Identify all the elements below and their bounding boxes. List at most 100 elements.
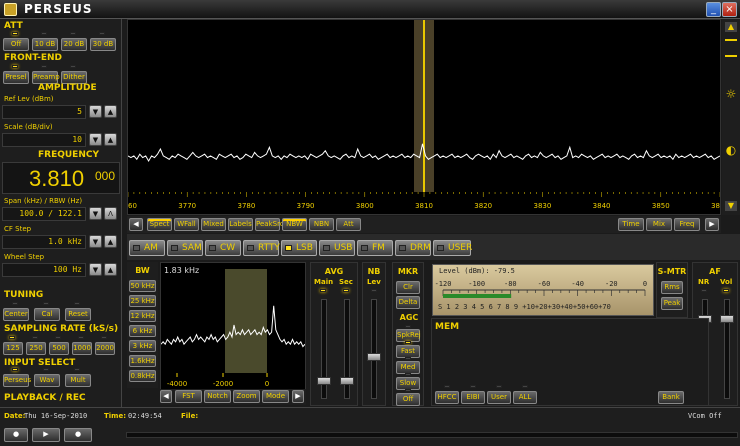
ref-level-value[interactable]: 5 — [2, 105, 86, 119]
span-up-button[interactable]: Λ — [104, 207, 117, 220]
spectrum-plot[interactable]: 60 3770 3780 3790 3800 3810 3820 3830 3840 3850 38 — [127, 20, 721, 214]
bw-button-4[interactable]: 3 kHz — [129, 340, 156, 352]
input-led-1[interactable] — [43, 368, 49, 371]
toolbar-button-4[interactable]: PeakSrc — [255, 218, 284, 231]
ref-level-up-button[interactable]: ▲ — [104, 105, 117, 118]
cf-step-up-button[interactable]: ▲ — [104, 235, 117, 248]
att-button-3[interactable]: 30 dB — [90, 38, 116, 51]
toolbar-left-arrow-icon[interactable]: ◀ — [129, 218, 143, 231]
filter-button-1[interactable]: Notch — [204, 390, 231, 403]
sample-rate-button-0[interactable]: 125 — [3, 342, 23, 355]
mem-led-1[interactable] — [470, 385, 476, 388]
ref-level-down-button[interactable]: ▼ — [89, 105, 102, 118]
mode-button-4[interactable]: LSB — [281, 240, 317, 256]
cf-step-down-button[interactable]: ▼ — [89, 235, 102, 248]
mem-led-0[interactable] — [444, 385, 450, 388]
wheel-step-value[interactable]: 100 Hz — [2, 263, 86, 277]
bw-button-5[interactable]: 1.6kHz — [129, 355, 156, 367]
mode-button-0[interactable]: AM — [129, 240, 165, 256]
filter-left-arrow-icon[interactable]: ◀ — [160, 390, 172, 403]
input-button-0[interactable]: Perseus — [3, 374, 31, 387]
input-button-2[interactable]: Mult — [65, 374, 91, 387]
toolbar-right-button-1[interactable]: Mix — [646, 218, 672, 231]
input-button-1[interactable]: Wav — [34, 374, 60, 387]
tuning-button-2[interactable]: Reset — [65, 308, 91, 321]
mem-bank-button[interactable]: Bank — [658, 391, 684, 404]
agc-led-0[interactable] — [405, 325, 411, 328]
af-vol-led[interactable] — [723, 289, 729, 292]
spectrum-display[interactable]: 60 3770 3780 3790 3800 3810 3820 3830 3840 3850 38 — [127, 19, 721, 215]
tuning-button-0[interactable]: Center — [3, 308, 29, 321]
scroll-down-icon[interactable]: ▼ — [725, 201, 737, 211]
span-value[interactable]: 100.0 / 122.1 — [2, 207, 86, 221]
att-led-3[interactable] — [99, 32, 105, 35]
agc-led-3[interactable] — [405, 373, 411, 376]
tuning-button-1[interactable]: Cal — [34, 308, 60, 321]
toolbar-right-arrow-icon[interactable]: ▶ — [705, 218, 719, 231]
toolbar-button-1[interactable]: WFall — [174, 218, 199, 231]
s-mtr-button-0[interactable]: Rms — [661, 281, 683, 294]
mem-button-1[interactable]: EIBI — [461, 391, 485, 404]
playback-progress-bar[interactable] — [126, 432, 738, 438]
mem-led-2[interactable] — [496, 385, 502, 388]
mode-button-1[interactable]: SAM — [167, 240, 203, 256]
filter-display[interactable]: 1.83 kHz -4000 -2000 0 — [160, 262, 306, 390]
agc-led-1[interactable] — [405, 341, 411, 344]
scroll-up-icon[interactable]: ▲ — [725, 22, 737, 32]
nb-led[interactable] — [371, 289, 377, 292]
mode-button-8[interactable]: USER — [433, 240, 472, 256]
mode-button-6[interactable]: FM — [357, 240, 393, 256]
avg-main-led[interactable] — [320, 289, 326, 292]
tuning-led-0[interactable] — [12, 302, 18, 305]
span-down-button[interactable]: ▼ — [89, 207, 102, 220]
toolbar-right-button-0[interactable]: Time — [618, 218, 644, 231]
filter-button-2[interactable]: Zoom — [233, 390, 260, 403]
avg-sec-slider-knob[interactable] — [340, 377, 354, 385]
att-led-0[interactable] — [12, 32, 18, 35]
mem-button-3[interactable]: ALL — [513, 391, 537, 404]
toolbar-button-7[interactable]: Att — [336, 218, 361, 231]
att-button-1[interactable]: 10 dB — [32, 38, 58, 51]
bw-button-0[interactable]: 50 kHz — [129, 280, 156, 292]
frequency-display[interactable]: 3.810 000 — [2, 162, 120, 194]
toolbar-button-5[interactable]: NBW — [282, 218, 307, 231]
mode-button-7[interactable]: DRM — [395, 240, 431, 256]
tuning-led-1[interactable] — [43, 302, 49, 305]
scale-up-button[interactable]: ▲ — [104, 133, 117, 146]
bw-button-1[interactable]: 25 kHz — [129, 295, 156, 307]
mode-button-2[interactable]: CW — [205, 240, 241, 256]
mkr-button-1[interactable]: Delta — [396, 296, 420, 309]
sample-rate-led-0[interactable] — [9, 336, 15, 339]
frontend-led-1[interactable] — [41, 65, 47, 68]
agc-led-2[interactable] — [405, 357, 411, 360]
sample-rate-led-1[interactable] — [32, 336, 38, 339]
mem-button-0[interactable]: HFCC — [435, 391, 459, 404]
frontend-button-0[interactable]: Presel — [3, 71, 29, 84]
sample-rate-button-4[interactable]: 2000 — [95, 342, 115, 355]
close-button[interactable]: × — [722, 2, 737, 17]
sample-rate-button-2[interactable]: 500 — [49, 342, 69, 355]
nb-slider-knob[interactable] — [367, 353, 381, 361]
play-icon[interactable]: ▶ — [32, 428, 60, 442]
att-led-1[interactable] — [41, 32, 47, 35]
agc-led-4[interactable] — [405, 389, 411, 392]
mem-button-2[interactable]: User — [487, 391, 511, 404]
att-led-2[interactable] — [70, 32, 76, 35]
mem-led-3[interactable] — [522, 385, 528, 388]
toolbar-button-3[interactable]: Labels — [228, 218, 253, 231]
sample-rate-button-1[interactable]: 250 — [26, 342, 46, 355]
input-led-2[interactable] — [74, 368, 80, 371]
stop-icon[interactable]: ● — [64, 428, 92, 442]
att-button-0[interactable]: Off — [3, 38, 29, 51]
record-icon[interactable]: ● — [4, 428, 28, 442]
toolbar-right-button-2[interactable]: Freq — [674, 218, 700, 231]
filter-button-3[interactable]: Mode — [262, 390, 289, 403]
input-led-0[interactable] — [12, 368, 18, 371]
filter-right-arrow-icon[interactable]: ▶ — [292, 390, 304, 403]
frontend-led-2[interactable] — [70, 65, 76, 68]
wheel-step-down-button[interactable]: ▼ — [89, 263, 102, 276]
att-button-2[interactable]: 20 dB — [61, 38, 87, 51]
contrast-icon[interactable]: ◐ — [724, 143, 738, 157]
bw-button-2[interactable]: 12 kHz — [129, 310, 156, 322]
sample-rate-button-3[interactable]: 1000 — [72, 342, 92, 355]
